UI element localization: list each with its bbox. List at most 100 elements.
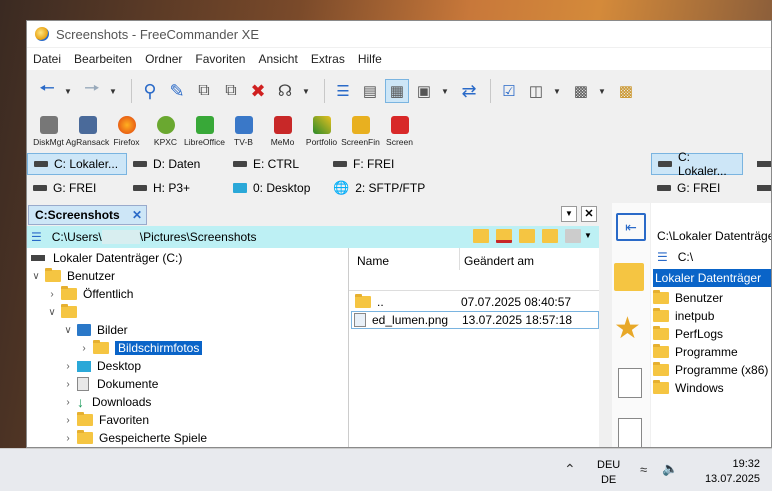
chevron-up-icon[interactable]: ⌃ [564, 461, 576, 478]
tool-screenfin[interactable]: ScreenFin [341, 113, 380, 153]
favorites-star-icon[interactable]: ★ [614, 311, 641, 346]
right-tree-header[interactable]: Lokaler Datenträger [653, 269, 771, 287]
new-file-icon[interactable] [618, 368, 642, 398]
favorite-folder-icon[interactable] [496, 229, 512, 243]
tree-node-downloads[interactable]: › ↓ Downloads [63, 393, 151, 411]
file-row-ed-lumen[interactable]: ed_lumen.png 13.07.2025 18:57:18 [351, 311, 599, 329]
forward-arrow-icon[interactable]: 🠖 [80, 78, 104, 103]
path-dropdown-icon[interactable]: ▼ [584, 229, 592, 243]
file-list[interactable]: Name ˆ Geändert am .. 07.07.2025 08:40:5… [349, 248, 599, 447]
root-folder-icon[interactable] [542, 229, 558, 243]
right-drive-g-button[interactable]: G: FREI [651, 177, 743, 199]
move-icon[interactable]: ⧉ [219, 79, 243, 103]
layout-icon[interactable]: ▩ [569, 79, 593, 103]
tool-screen[interactable]: Screen [380, 113, 419, 153]
tree-node-drive-c[interactable]: Lokaler Datenträger (C:) [31, 249, 182, 267]
tree-node-benutzer[interactable]: ∨ Benutzer [31, 267, 115, 285]
tool-diskmgt[interactable]: DiskMgt [29, 113, 68, 153]
back-arrow-icon[interactable]: 🠔 [35, 78, 59, 103]
tool-agransack[interactable]: AgRansack [66, 113, 109, 153]
search-icon[interactable]: ⚲ [138, 79, 162, 103]
menu-bearbeiten[interactable]: Bearbeiten [74, 52, 132, 66]
checklist-icon[interactable]: ☑ [497, 79, 521, 103]
columns-dropdown-icon[interactable]: ▼ [551, 79, 563, 103]
script-folder-icon[interactable]: ▩ [614, 79, 638, 103]
copy-icon[interactable]: ⧉ [192, 79, 216, 103]
volume-icon[interactable]: 🔈 [662, 461, 678, 477]
expand-chevron-icon[interactable]: › [79, 343, 89, 354]
binoculars-icon[interactable]: ☊ [273, 79, 297, 103]
tree-node-bildschirmfotos[interactable]: › Bildschirmfotos [79, 339, 203, 357]
layout-dropdown-icon[interactable]: ▼ [596, 79, 608, 103]
desktop-button[interactable]: 0: Desktop [227, 177, 327, 199]
menu-extras[interactable]: Extras [311, 52, 345, 66]
right-item-windows[interactable]: Windows [653, 379, 724, 397]
tool-libreoffice[interactable]: LibreOffice [184, 113, 225, 153]
language-indicator[interactable]: DEU DE [597, 458, 620, 488]
forward-dropdown-icon[interactable]: ▼ [107, 79, 119, 103]
tool-memo[interactable]: MeMo [263, 113, 302, 153]
right-item-programme-x86[interactable]: Programme (x86) [653, 361, 768, 379]
tree-node-dokumente[interactable]: › Dokumente [63, 375, 158, 393]
drive-d-button[interactable]: D: Daten [127, 153, 227, 175]
menu-ordner[interactable]: Ordner [145, 52, 182, 66]
tool-kpxc[interactable]: KPXC [146, 113, 185, 153]
tree-node-favoriten[interactable]: › Favoriten [63, 411, 149, 429]
drive-g-button[interactable]: G: FREI [27, 177, 127, 199]
collapse-chevron-icon[interactable]: ∨ [63, 325, 73, 336]
clock[interactable]: 19:32 13.07.2025 [690, 457, 760, 487]
right-item-benutzer[interactable]: Benutzer [653, 289, 723, 307]
expand-chevron-icon[interactable]: › [63, 397, 73, 408]
tool-tvb[interactable]: TV-B [224, 113, 263, 153]
menu-hilfe[interactable]: Hilfe [358, 52, 382, 66]
parent-folder-icon[interactable] [519, 229, 535, 243]
tree-toggle-icon[interactable]: ☰ [31, 230, 42, 244]
export-file-icon[interactable] [618, 418, 642, 447]
list-view-icon[interactable]: ▤ [358, 79, 382, 103]
rename-pencil-icon[interactable]: ✎ [165, 79, 189, 103]
expand-chevron-icon[interactable]: › [63, 433, 73, 444]
right-drive-c-button[interactable]: C: Lokaler... [651, 150, 743, 178]
column-header-date[interactable]: Geändert am [460, 248, 599, 270]
right-item-perflogs[interactable]: PerfLogs [653, 325, 723, 343]
tree-node-bilder[interactable]: ∨ Bilder [63, 321, 127, 339]
expand-chevron-icon[interactable]: › [63, 415, 73, 426]
history-folder-icon[interactable] [473, 229, 489, 243]
folder-list-icon[interactable] [565, 229, 581, 243]
sync-icon[interactable]: ⇄ [457, 79, 481, 103]
expand-chevron-icon[interactable]: › [47, 289, 57, 300]
drive-c-button[interactable]: C: Lokaler... [27, 153, 127, 175]
menu-favoriten[interactable]: Favoriten [195, 52, 245, 66]
delete-icon[interactable]: ✖ [246, 79, 270, 103]
sftp-button[interactable]: 🌐 2: SFTP/FTP [327, 177, 437, 199]
drive-e-button[interactable]: E: CTRL [227, 153, 327, 175]
right-item-programme[interactable]: Programme [653, 343, 738, 361]
file-row-parent[interactable]: .. 07.07.2025 08:40:57 [355, 293, 595, 311]
details-view-icon[interactable]: ▦ [385, 79, 409, 103]
back-dropdown-icon[interactable]: ▼ [62, 79, 74, 103]
panel-close-icon[interactable]: ✕ [581, 206, 597, 222]
tree-node-oeffentlich[interactable]: › Öffentlich [47, 285, 133, 303]
tab-screenshots[interactable]: C:Screenshots ✕ [28, 205, 147, 225]
tree-node-user[interactable]: ∨ [47, 303, 83, 321]
binoculars-dropdown-icon[interactable]: ▼ [300, 79, 312, 103]
folder-tree[interactable]: Lokaler Datenträger (C:) ∨ Benutzer › Öffe… [27, 248, 349, 447]
drive-f-button[interactable]: F: FREI [327, 153, 427, 175]
right-crumb[interactable]: ☰ C:\ [651, 247, 771, 267]
right-path-bar[interactable]: C:\Lokaler Datenträger [651, 225, 771, 245]
expand-chevron-icon[interactable]: › [63, 361, 73, 372]
folder-compare-icon[interactable] [614, 263, 644, 291]
tool-portfolio[interactable]: Portfolio [302, 113, 341, 153]
view-dropdown-icon[interactable]: ▼ [439, 79, 451, 103]
collapse-chevron-icon[interactable]: ∨ [47, 307, 57, 318]
drive-h-button[interactable]: H: P3+ [127, 177, 227, 199]
menu-ansicht[interactable]: Ansicht [258, 52, 297, 66]
expand-chevron-icon[interactable]: › [63, 379, 73, 390]
tree-node-desktop[interactable]: › Desktop [63, 357, 141, 375]
columns-icon[interactable]: ◫ [524, 79, 548, 103]
left-path-bar[interactable]: ☰ C:\Users\ \Pictures\Screenshots ▼ [27, 226, 599, 248]
tree-view-icon[interactable]: ☰ [331, 79, 355, 103]
wifi-icon[interactable]: ≈ [640, 462, 647, 477]
swap-panels-icon[interactable]: ⇤ [616, 213, 646, 241]
column-header-name[interactable]: Name [349, 248, 460, 270]
